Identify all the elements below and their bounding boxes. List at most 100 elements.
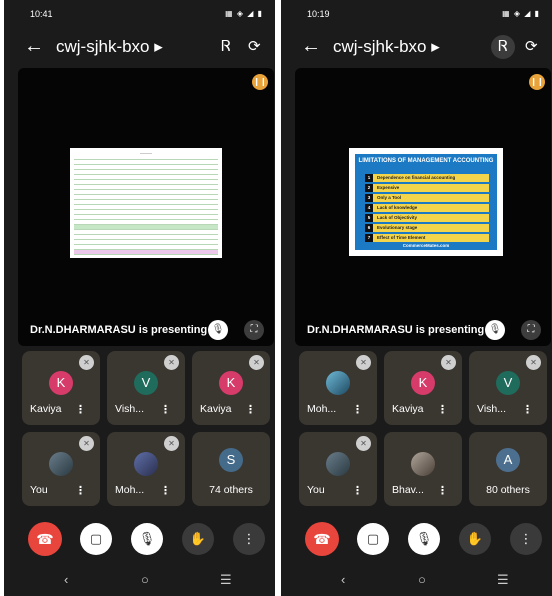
participant-name: You (307, 484, 325, 496)
mic-off-icon: ✕ (79, 436, 94, 451)
participant-name: Moh... (115, 484, 145, 496)
participant-tile[interactable]: ✕ V Vish... ⋮ (469, 351, 547, 425)
fullscreen-icon[interactable]: ⛶ (244, 320, 264, 340)
phone-screen-left: 10:41 ▦ ◈ ◢ ▮ ← cwj-sjhk-bxo ▸ Ꮢ ⟳ ❙❙ ――… (4, 0, 275, 596)
more-vert-icon[interactable]: ⋮ (352, 484, 363, 497)
others-tile[interactable]: A 80 others (469, 432, 547, 506)
more-vert-icon[interactable]: ⋮ (522, 403, 533, 416)
presentation-view[interactable]: ❙❙ LIMITATIONS OF MANAGEMENT ACCOUNTING … (295, 68, 551, 346)
slide-list-item: 6 Evolutionary stage (365, 224, 489, 232)
more-vert-icon[interactable]: ⋮ (437, 484, 448, 497)
slide-list-item: 2 Expensive (365, 184, 489, 192)
participant-tile[interactable]: ✕ Moh... ⋮ (107, 432, 185, 506)
call-controls: ☎ ▢ 🎙 ✋ ⋮ (4, 517, 275, 561)
nav-home-icon[interactable]: ○ (141, 572, 149, 587)
participant-name: Vish... (115, 403, 144, 415)
raise-hand-icon[interactable]: ✋ (459, 523, 491, 555)
others-count: 80 others (486, 484, 530, 496)
slide-list-item: 1 Dependence on financial accounting (365, 174, 489, 182)
nav-home-icon[interactable]: ○ (418, 572, 426, 587)
mic-off-icon: ✕ (356, 436, 371, 451)
avatar: V (496, 371, 520, 395)
more-vert-icon[interactable]: ⋮ (75, 403, 86, 416)
participant-tile[interactable]: ✕ You ⋮ (22, 432, 100, 506)
others-tile[interactable]: S 74 others (192, 432, 270, 506)
avatar: V (134, 371, 158, 395)
status-icons: ▦ ◈ ◢ ▮ (225, 9, 263, 18)
nav-back-icon[interactable]: ‹ (64, 572, 68, 587)
mic-off-icon: ✕ (164, 355, 179, 370)
participant-name: Moh... (307, 403, 337, 415)
participant-tile[interactable]: ✕ V Vish... ⋮ (107, 351, 185, 425)
phone-screen-right: 10:19 ▦ ◈ ◢ ▮ ← cwj-sjhk-bxo ▸ Ꮢ ⟳ ❙❙ LI… (281, 0, 552, 596)
more-vert-icon[interactable]: ⋮ (245, 403, 256, 416)
call-controls: ☎ ▢ 🎙 ✋ ⋮ (281, 517, 552, 561)
status-bar: 10:41 ▦ ◈ ◢ ▮ (4, 0, 275, 30)
mic-off-icon[interactable]: 🎙 (131, 523, 163, 555)
camera-off-icon[interactable]: ▢ (357, 523, 389, 555)
more-vert-icon[interactable]: ⋮ (437, 403, 448, 416)
slide-list-item: 5 Lack of Objectivity (365, 214, 489, 222)
more-vert-icon[interactable]: ⋮ (510, 523, 542, 555)
avatar: A (496, 448, 520, 472)
avatar-photo (326, 371, 350, 395)
slide-title: LIMITATIONS OF MANAGEMENT ACCOUNTING (358, 158, 494, 164)
more-vert-icon[interactable]: ⋮ (352, 403, 363, 416)
more-vert-icon[interactable]: ⋮ (233, 523, 265, 555)
sheet-row (74, 250, 218, 255)
participant-tile[interactable]: ✕ You ⋮ (299, 432, 377, 506)
avatar-photo (49, 452, 73, 476)
nav-recents-icon[interactable]: ☰ (497, 572, 509, 588)
fullscreen-icon[interactable]: ⛶ (521, 320, 541, 340)
back-arrow-icon[interactable]: ← (301, 36, 321, 56)
slide-list-item: 4 Lack of knowledge (365, 204, 489, 212)
participant-name: You (30, 484, 48, 496)
status-icons: ▦ ◈ ◢ ▮ (502, 9, 540, 18)
meeting-code[interactable]: cwj-sjhk-bxo ▸ (56, 37, 163, 57)
shared-slide: LIMITATIONS OF MANAGEMENT ACCOUNTING 1 De… (349, 148, 503, 256)
avatar: S (219, 448, 243, 472)
nav-back-icon[interactable]: ‹ (341, 572, 345, 587)
nav-recents-icon[interactable]: ☰ (220, 572, 232, 588)
avatar: K (49, 371, 73, 395)
status-bar: 10:19 ▦ ◈ ◢ ▮ (281, 0, 552, 30)
bluetooth-icon[interactable]: Ꮢ (491, 35, 515, 59)
avatar-photo (411, 452, 435, 476)
bluetooth-icon[interactable]: Ꮢ (214, 35, 238, 59)
presentation-view[interactable]: ❙❙ ――― Dr.N.DHARMARASU is presenting 🎙 ⛶ (18, 68, 274, 346)
mic-off-icon: ✕ (526, 355, 541, 370)
raise-hand-icon[interactable]: ✋ (182, 523, 214, 555)
mic-off-icon: 🎙 (485, 320, 505, 340)
back-arrow-icon[interactable]: ← (24, 36, 44, 56)
avatar-photo (134, 452, 158, 476)
participant-name: Bhav... (392, 484, 424, 496)
status-time: 10:19 (307, 9, 330, 19)
android-nav-bar: ‹ ○ ☰ (4, 568, 275, 596)
mic-off-icon: ✕ (164, 436, 179, 451)
audio-level-icon: ❙❙ (529, 74, 545, 90)
status-time: 10:41 (30, 9, 53, 19)
audio-level-icon: ❙❙ (252, 74, 268, 90)
more-vert-icon[interactable]: ⋮ (75, 484, 86, 497)
participant-name: Kaviya (200, 403, 232, 415)
more-vert-icon[interactable]: ⋮ (160, 484, 171, 497)
participant-tile[interactable]: ✕ K Kaviya ⋮ (192, 351, 270, 425)
end-call-icon[interactable]: ☎ (28, 522, 62, 556)
mic-off-icon: ✕ (441, 355, 456, 370)
camera-switch-icon[interactable]: ⟳ (248, 37, 261, 55)
end-call-icon[interactable]: ☎ (305, 522, 339, 556)
mic-off-icon: ✕ (356, 355, 371, 370)
slide-list-item: 3 Only a Tool (365, 194, 489, 202)
camera-switch-icon[interactable]: ⟳ (525, 37, 538, 55)
participant-tile[interactable]: ✕ K Kaviya ⋮ (384, 351, 462, 425)
meeting-code[interactable]: cwj-sjhk-bxo ▸ (333, 37, 440, 57)
mic-off-icon[interactable]: 🎙 (408, 523, 440, 555)
avatar-photo (326, 452, 350, 476)
participant-name: Kaviya (30, 403, 62, 415)
slide-footer: CommerceMates.com (402, 243, 450, 248)
more-vert-icon[interactable]: ⋮ (160, 403, 171, 416)
participant-tile[interactable]: Bhav... ⋮ (384, 432, 462, 506)
camera-off-icon[interactable]: ▢ (80, 523, 112, 555)
participant-tile[interactable]: ✕ Moh... ⋮ (299, 351, 377, 425)
participant-tile[interactable]: ✕ K Kaviya ⋮ (22, 351, 100, 425)
